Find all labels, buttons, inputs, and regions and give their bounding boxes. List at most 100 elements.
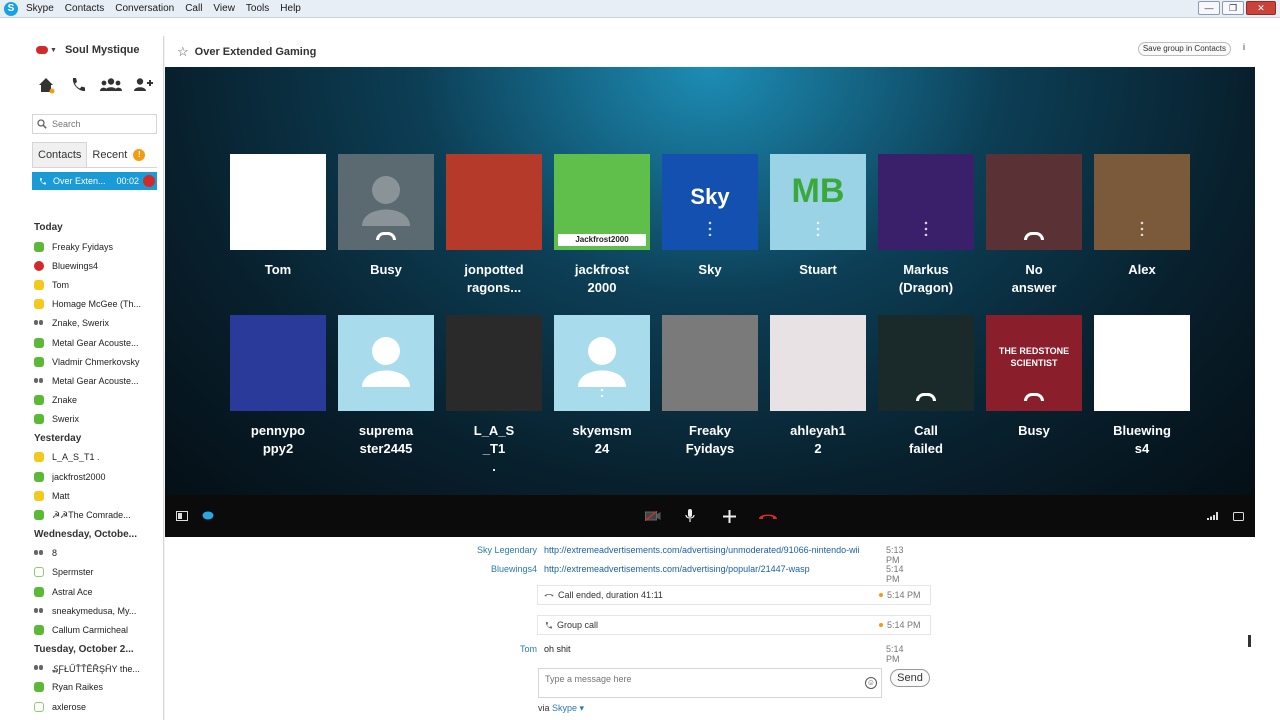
contact-list-item[interactable]: Znake, Swerix	[32, 314, 150, 333]
contact-name: ₷ƑŁŰŤŤĔŘŞĤY the...	[52, 663, 140, 674]
contact-list-item[interactable]: Astral Ace	[32, 582, 150, 601]
participant-name: Tom	[264, 262, 292, 277]
minimize-button[interactable]: —	[1198, 1, 1220, 15]
skype-logo-icon[interactable]: S	[4, 1, 18, 16]
contact-name: jackfrost2000	[52, 471, 106, 482]
participant-tile[interactable]	[446, 315, 542, 411]
status-away-icon	[34, 452, 44, 463]
menu-conversation[interactable]: Conversation	[115, 3, 174, 14]
participant-tile[interactable]	[1094, 154, 1190, 250]
participant-tile[interactable]	[1094, 315, 1190, 411]
contact-list-item[interactable]: sneakymedusa, My...	[32, 601, 150, 620]
chat-bubble-icon[interactable]	[201, 508, 215, 524]
message-sender[interactable]: Sky Legendary	[165, 545, 537, 555]
hang-up-icon[interactable]	[757, 508, 779, 524]
participant-tile[interactable]	[230, 154, 326, 250]
participant-tile[interactable]: Jackfrost2000	[554, 154, 650, 250]
participant-tile[interactable]	[554, 315, 650, 411]
message-input[interactable]	[545, 674, 845, 684]
call-controls	[165, 495, 1255, 537]
menu-help[interactable]: Help	[280, 3, 301, 14]
chat-scrollbar[interactable]	[1248, 635, 1251, 647]
via-service[interactable]: Skype ▾	[552, 703, 584, 713]
contact-list-item[interactable]: Metal Gear Acouste...	[32, 371, 150, 390]
contact-list-item[interactable]: Spermster	[32, 563, 150, 582]
search-input[interactable]	[52, 119, 152, 129]
message-sender[interactable]: Tom	[165, 644, 537, 654]
group-contacts-icon[interactable]	[99, 74, 122, 96]
profile-name[interactable]: Soul Mystique	[65, 44, 140, 56]
search-box[interactable]	[32, 114, 157, 134]
home-icon[interactable]	[35, 74, 57, 96]
emoticon-icon[interactable]: ☺	[865, 677, 877, 689]
contact-list-item[interactable]: Bluewings4	[32, 256, 150, 275]
message-sender[interactable]: Bluewings4	[165, 564, 537, 574]
participant-tile[interactable]	[662, 315, 758, 411]
participant-tile[interactable]	[338, 154, 434, 250]
participant-tile[interactable]: THE REDSTONE SCIENTIST	[986, 315, 1082, 411]
menu-skype[interactable]: Skype	[26, 3, 54, 14]
participant-tile[interactable]: MB	[770, 154, 866, 250]
skype-window: S Skype Contacts Conversation Call View …	[0, 0, 1280, 720]
participant-name: Stuart	[799, 262, 837, 277]
contact-list-item[interactable]: Tom	[32, 275, 150, 294]
add-contact-icon[interactable]	[132, 74, 154, 96]
participant-tile[interactable]	[878, 315, 974, 411]
contact-list-item[interactable]: Callum Carmicheal	[32, 620, 150, 639]
via-selector[interactable]: via Skype ▾	[538, 703, 584, 714]
menu-tools[interactable]: Tools	[246, 3, 269, 14]
status-dnd-icon[interactable]	[36, 46, 48, 54]
tab-contacts[interactable]: Contacts	[32, 142, 88, 167]
status-online-icon	[34, 241, 44, 252]
contact-list-item[interactable]: Znake	[32, 391, 150, 410]
contact-list-item[interactable]: Homage McGee (Th...	[32, 295, 150, 314]
restore-button[interactable]: ❐	[1222, 1, 1244, 15]
menu-contacts[interactable]: Contacts	[65, 3, 104, 14]
contact-list-item[interactable]: Vladmir Chmerkovsky	[32, 352, 150, 371]
participant-name: Busy	[1018, 423, 1050, 438]
contact-list-item[interactable]: ₷ƑŁŰŤŤĔŘŞĤY the...	[32, 659, 150, 678]
contact-list-item[interactable]: 8	[32, 544, 150, 563]
hang-up-icon[interactable]	[143, 175, 155, 187]
save-group-button[interactable]: Save group in Contacts	[1137, 42, 1231, 56]
participant-tile[interactable]	[770, 315, 866, 411]
menu-view[interactable]: View	[213, 3, 235, 14]
signal-strength-icon[interactable]	[1206, 508, 1220, 524]
contact-list-item[interactable]: jackfrost2000	[32, 467, 150, 486]
menu-call[interactable]: Call	[185, 3, 202, 14]
send-button[interactable]: Send	[890, 669, 930, 687]
fullscreen-icon[interactable]	[1231, 508, 1245, 524]
contact-list-item[interactable]: ☭☭The Comrade...	[32, 505, 150, 524]
close-button[interactable]: ✕	[1246, 1, 1276, 15]
message-compose-box[interactable]: ☺	[538, 668, 882, 698]
chevron-down-icon[interactable]: ▼	[50, 47, 57, 54]
participant-tile[interactable]	[986, 154, 1082, 250]
contact-list-item[interactable]: Freaky Fyidays	[32, 237, 150, 256]
contact-list-item[interactable]: axlerose	[32, 697, 150, 716]
active-call-item[interactable]: Over Exten... 00:02	[32, 172, 157, 190]
contact-name: Tom	[52, 279, 70, 290]
contact-list-item[interactable]: Metal Gear Acouste...	[32, 333, 150, 352]
microphone-icon[interactable]	[683, 508, 697, 524]
participant-tile[interactable]	[446, 154, 542, 250]
participant-tile[interactable]	[338, 315, 434, 411]
info-icon[interactable]: i	[1243, 42, 1245, 52]
message-link[interactable]: http://extremeadvertisements.com/adverti…	[544, 564, 810, 574]
participant-tile[interactable]	[230, 315, 326, 411]
call-phone-icon[interactable]	[67, 74, 89, 96]
message-link[interactable]: http://extremeadvertisements.com/adverti…	[544, 545, 860, 555]
contact-list-item[interactable]: L_A_S_T1 .	[32, 448, 150, 467]
add-participant-icon[interactable]	[721, 508, 737, 524]
expand-sidebar-icon[interactable]	[175, 508, 189, 524]
participant-tile[interactable]	[878, 154, 974, 250]
contact-list-item[interactable]: Matt	[32, 486, 150, 505]
participant-tile[interactable]: Sky	[662, 154, 758, 250]
profile-row[interactable]: ▼ Soul Mystique	[26, 36, 163, 64]
tab-recent[interactable]: Recent !	[87, 142, 150, 167]
contact-list-item[interactable]: Ryan Raikes	[32, 678, 150, 697]
video-off-icon[interactable]	[644, 508, 662, 524]
contact-list-item[interactable]: Swerix	[32, 410, 150, 429]
unread-dot	[879, 623, 883, 627]
call-ended-icon	[544, 594, 554, 597]
star-icon[interactable]: ☆	[177, 44, 189, 60]
